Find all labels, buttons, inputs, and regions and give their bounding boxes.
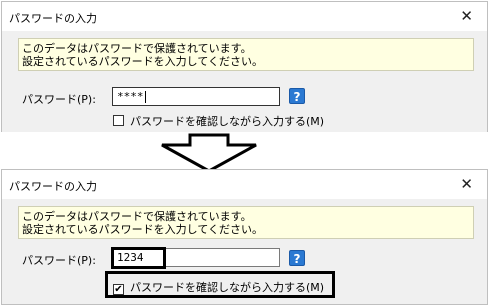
message-line-2: 設定されているパスワードを入力してください。	[22, 55, 264, 68]
close-icon[interactable]: ✕	[460, 174, 473, 194]
info-message: このデータはパスワードで保護されています。 設定されているパスワードを入力してく…	[18, 206, 474, 239]
show-password-checkbox[interactable]	[113, 115, 124, 126]
help-icon[interactable]: ?	[289, 88, 305, 104]
show-password-label: パスワードを確認しながら入力する(M)	[130, 115, 325, 128]
down-arrow-icon	[161, 133, 257, 173]
show-password-option[interactable]: パスワードを確認しながら入力する(M)	[113, 113, 324, 129]
title-bar: パスワードの入力 ✕	[2, 2, 487, 31]
password-dialog-before: パスワードの入力 ✕ このデータはパスワードで保護されています。 設定されている…	[1, 1, 488, 132]
password-value: ****	[117, 90, 144, 103]
password-highlight-box	[111, 247, 166, 269]
dialog-title: パスワードの入力	[9, 12, 97, 25]
text-caret	[144, 91, 146, 103]
info-message: このデータはパスワードで保護されています。 設定されているパスワードを入力してく…	[18, 38, 474, 71]
password-dialog-after: パスワードの入力 ✕ このデータはパスワードで保護されています。 設定されている…	[1, 169, 488, 305]
password-input[interactable]: ****	[112, 87, 280, 106]
help-icon[interactable]: ?	[289, 250, 305, 266]
message-line-2: 設定されているパスワードを入力してください。	[22, 223, 264, 236]
checkbox-highlight-box	[105, 271, 335, 298]
close-icon[interactable]: ✕	[460, 6, 473, 26]
password-label: パスワード(P):	[22, 254, 96, 267]
message-line-1: このデータはパスワードで保護されています。	[22, 210, 252, 223]
message-line-1: このデータはパスワードで保護されています。	[22, 42, 252, 55]
title-bar: パスワードの入力 ✕	[2, 170, 487, 199]
dialog-title: パスワードの入力	[9, 180, 97, 193]
password-label: パスワード(P):	[22, 93, 96, 106]
